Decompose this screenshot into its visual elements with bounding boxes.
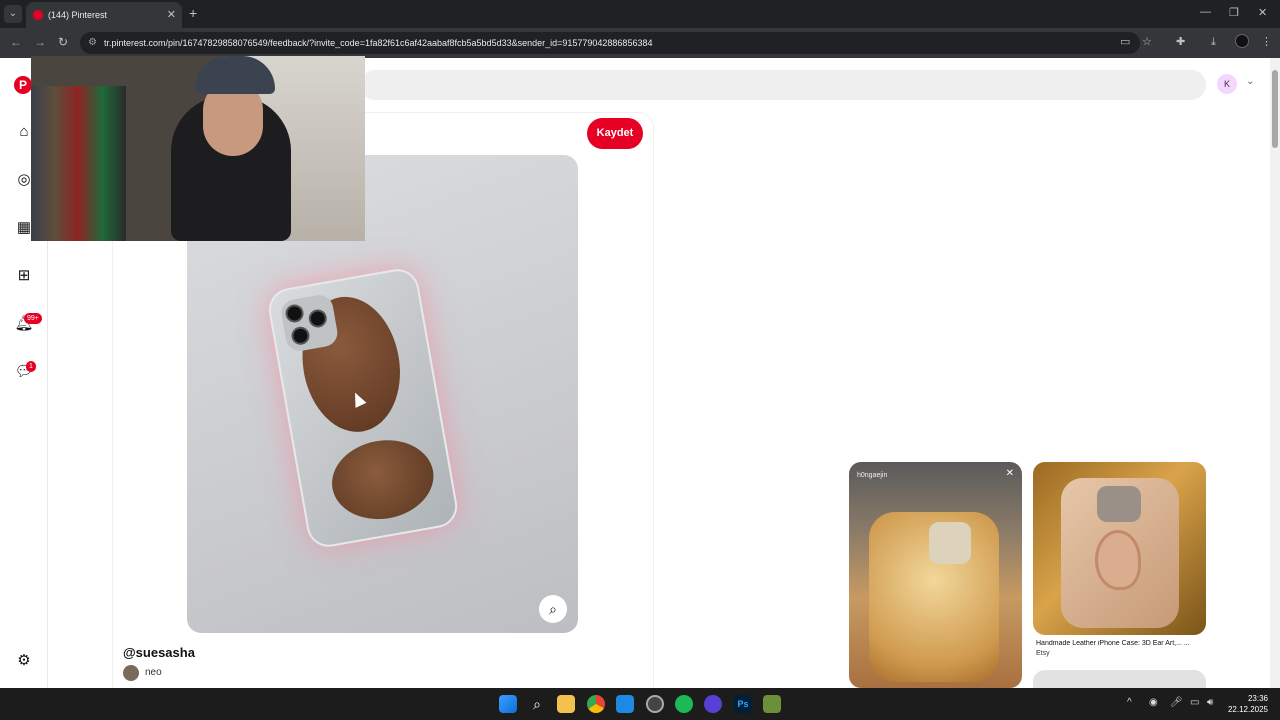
- volume-icon[interactable]: 🔊︎: [1207, 697, 1213, 708]
- app-icon[interactable]: [704, 695, 722, 713]
- spotify-icon[interactable]: [675, 695, 693, 713]
- related-pin-partial[interactable]: [1033, 670, 1206, 690]
- user-display-name[interactable]: neo: [145, 667, 162, 678]
- photoshop-icon[interactable]: Ps: [734, 695, 752, 713]
- ear-sculpture: [1095, 530, 1141, 590]
- browser-navbar: ← → ↻ ⚙ tr.pinterest.com/pin/16747829858…: [0, 28, 1280, 58]
- tab-title: (144) Pinterest: [48, 10, 108, 20]
- extensions-icon[interactable]: ✚: [1176, 35, 1185, 49]
- pin-username[interactable]: @suesasha: [123, 645, 195, 660]
- start-windows-icon[interactable]: [499, 695, 517, 713]
- windows-taskbar: ⌕ Ps ^ ◉ 🎤︎ ▭ 🔊︎ 23:36 22.12.2025: [0, 688, 1280, 720]
- account-chevron-down-icon[interactable]: ⌄: [1246, 76, 1254, 87]
- related-pin-title[interactable]: Handmade Leather iPhone Case: 3D Ear Art…: [1036, 640, 1208, 647]
- settings-gear-icon[interactable]: ⚙: [14, 651, 34, 671]
- browser-menu-icon[interactable]: ⋮: [1261, 35, 1272, 49]
- site-info-icon[interactable]: ⚙: [88, 32, 97, 54]
- reload-icon[interactable]: ↻: [58, 35, 68, 49]
- file-explorer-icon[interactable]: [557, 695, 575, 713]
- webcam-clothes-rack: [31, 86, 126, 241]
- create-plus-icon[interactable]: ⊞: [14, 266, 34, 286]
- mail-icon[interactable]: [616, 695, 634, 713]
- browser-tabbar: ⌄ (144) Pinterest ✕ + — ❐ ✕: [0, 0, 1280, 28]
- new-tab-button[interactable]: +: [189, 5, 197, 21]
- related-pin-caption-user: h0ngaejin: [857, 472, 888, 479]
- user-avatar[interactable]: [123, 665, 139, 681]
- browser-profile-avatar[interactable]: [1235, 34, 1249, 48]
- network-icon[interactable]: ▭: [1190, 697, 1199, 708]
- visual-search-icon[interactable]: ⌕: [539, 595, 567, 623]
- page-scrollbar[interactable]: [1270, 58, 1280, 688]
- webcam-overlay: [31, 56, 365, 241]
- app-icon[interactable]: [763, 695, 781, 713]
- taskbar-clock[interactable]: 23:36 22.12.2025: [1226, 693, 1268, 715]
- related-pin-toast-case[interactable]: h0ngaejin ✕: [849, 462, 1022, 688]
- camera-module: [929, 522, 971, 564]
- forward-icon[interactable]: →: [34, 35, 46, 49]
- clock-time: 23:36: [1247, 694, 1268, 703]
- tab-search-chevron-icon[interactable]: ⌄: [4, 5, 22, 23]
- tab-close-icon[interactable]: ✕: [167, 2, 176, 28]
- microphone-icon[interactable]: 🎤︎: [1170, 697, 1183, 708]
- scrollbar-thumb[interactable]: [1272, 70, 1278, 148]
- maximize-icon[interactable]: ❐: [1229, 6, 1239, 19]
- camera-module: [279, 292, 340, 354]
- minimize-icon[interactable]: —: [1200, 6, 1211, 18]
- clock-date: 22.12.2025: [1227, 705, 1268, 714]
- camera-module: [1097, 486, 1141, 522]
- account-avatar[interactable]: K: [1217, 74, 1237, 94]
- downloads-icon[interactable]: ⤓: [1211, 35, 1216, 49]
- bookmark-star-icon[interactable]: ☆: [1142, 35, 1152, 49]
- notifications-badge: 99+: [24, 313, 42, 324]
- url-text: tr.pinterest.com/pin/16747829858076549/f…: [104, 38, 653, 48]
- address-bar[interactable]: ⚙ tr.pinterest.com/pin/16747829858076549…: [80, 32, 1140, 54]
- messages-badge: 1: [26, 361, 36, 372]
- related-pin-source: Etsy: [1036, 650, 1050, 657]
- camera-lens: [307, 308, 329, 329]
- related-pin-ear-case[interactable]: [1033, 462, 1206, 635]
- pinterest-favicon-icon: [33, 10, 43, 20]
- phone-case-photo: [265, 265, 461, 551]
- discord-tray-icon[interactable]: ◉: [1149, 697, 1158, 708]
- search-icon[interactable]: ⌕: [528, 695, 546, 713]
- browser-tab-pinterest[interactable]: (144) Pinterest ✕: [26, 2, 182, 28]
- camera-lens: [290, 325, 311, 347]
- close-icon: ✕: [1005, 468, 1014, 479]
- tray-chevron-up-icon[interactable]: ^: [1127, 697, 1132, 708]
- install-app-icon[interactable]: ▭: [1120, 35, 1130, 49]
- back-icon[interactable]: ←: [10, 35, 22, 49]
- search-input[interactable]: [360, 70, 1206, 100]
- camera-lens: [284, 303, 305, 324]
- chrome-icon[interactable]: [587, 695, 605, 713]
- window-close-icon[interactable]: ✕: [1258, 6, 1267, 19]
- pinterest-logo-icon[interactable]: P: [14, 76, 32, 94]
- obs-icon[interactable]: [646, 695, 664, 713]
- save-button[interactable]: Kaydet: [587, 118, 643, 149]
- chocolate-egg-lower: [325, 432, 440, 527]
